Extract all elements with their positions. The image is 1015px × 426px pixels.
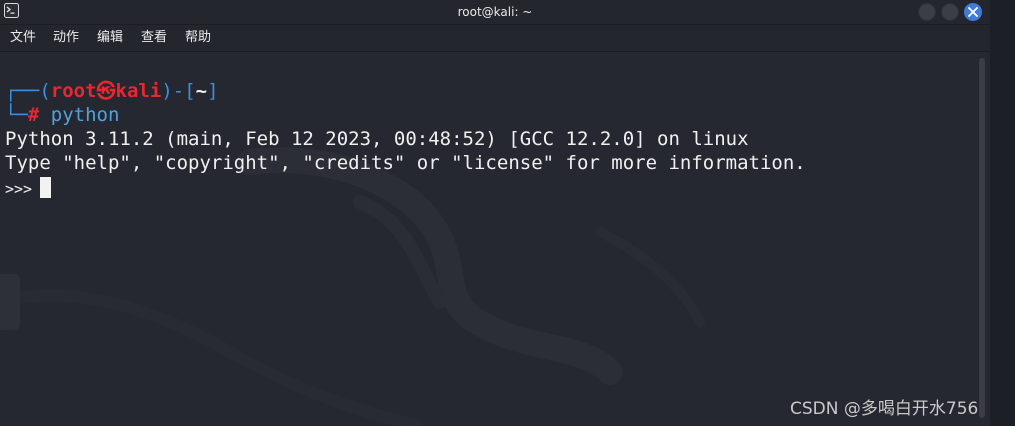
prompt-mid: )-[ xyxy=(161,80,196,102)
prompt-close-bracket: ] xyxy=(207,80,219,102)
text-cursor xyxy=(40,177,52,198)
menu-file[interactable]: 文件 xyxy=(10,25,36,51)
output-line-1: Python 3.11.2 (main, Feb 12 2023, 00:48:… xyxy=(5,128,749,150)
terminal-window: root@kali: ~ 文件 动作 编辑 查看 帮助 ┌──(root㉿kal… xyxy=(0,0,990,426)
close-icon xyxy=(968,7,978,17)
terminal-area[interactable]: ┌──(root㉿kali)-[~] └─# python Python 3.1… xyxy=(0,52,975,426)
prompt-second-corner: └─ xyxy=(5,104,28,126)
maximize-button[interactable] xyxy=(941,3,959,21)
output-line-2: Type "help", "copyright", "credits" or "… xyxy=(5,152,806,174)
desktop-edge xyxy=(990,0,1015,426)
prompt-line-1: ┌──(root㉿kali)-[~] xyxy=(5,79,219,103)
menu-help[interactable]: 帮助 xyxy=(185,25,211,51)
prompt-host: kali xyxy=(115,80,162,102)
repl-line[interactable]: >>> xyxy=(5,176,52,200)
prompt-line-2: └─# python xyxy=(5,103,119,127)
csdn-watermark: CSDN @多喝白开水756 xyxy=(790,399,979,419)
prompt-open-bracket: ┌──( xyxy=(5,80,51,102)
window-title: root@kali: ~ xyxy=(457,5,533,19)
menu-edit[interactable]: 编辑 xyxy=(97,25,123,51)
scrollbar-thumb[interactable] xyxy=(979,58,985,418)
repl-prompt: >>> xyxy=(5,180,33,198)
menu-view[interactable]: 查看 xyxy=(141,25,167,51)
prompt-path: ~ xyxy=(195,80,208,102)
prompt-hash: # xyxy=(27,104,40,126)
prompt-user: root xyxy=(50,80,97,102)
minimize-button[interactable] xyxy=(918,3,936,21)
kali-dragon-background-icon xyxy=(0,147,705,426)
close-button[interactable] xyxy=(964,3,982,21)
menu-bar: 文件 动作 编辑 查看 帮助 xyxy=(0,25,990,52)
background-dock-ghost xyxy=(0,274,20,330)
menu-action[interactable]: 动作 xyxy=(53,25,79,51)
title-bar[interactable]: root@kali: ~ xyxy=(0,0,990,25)
prompt-skull-icon: ㉿ xyxy=(96,80,116,102)
command-text: python xyxy=(50,104,120,126)
